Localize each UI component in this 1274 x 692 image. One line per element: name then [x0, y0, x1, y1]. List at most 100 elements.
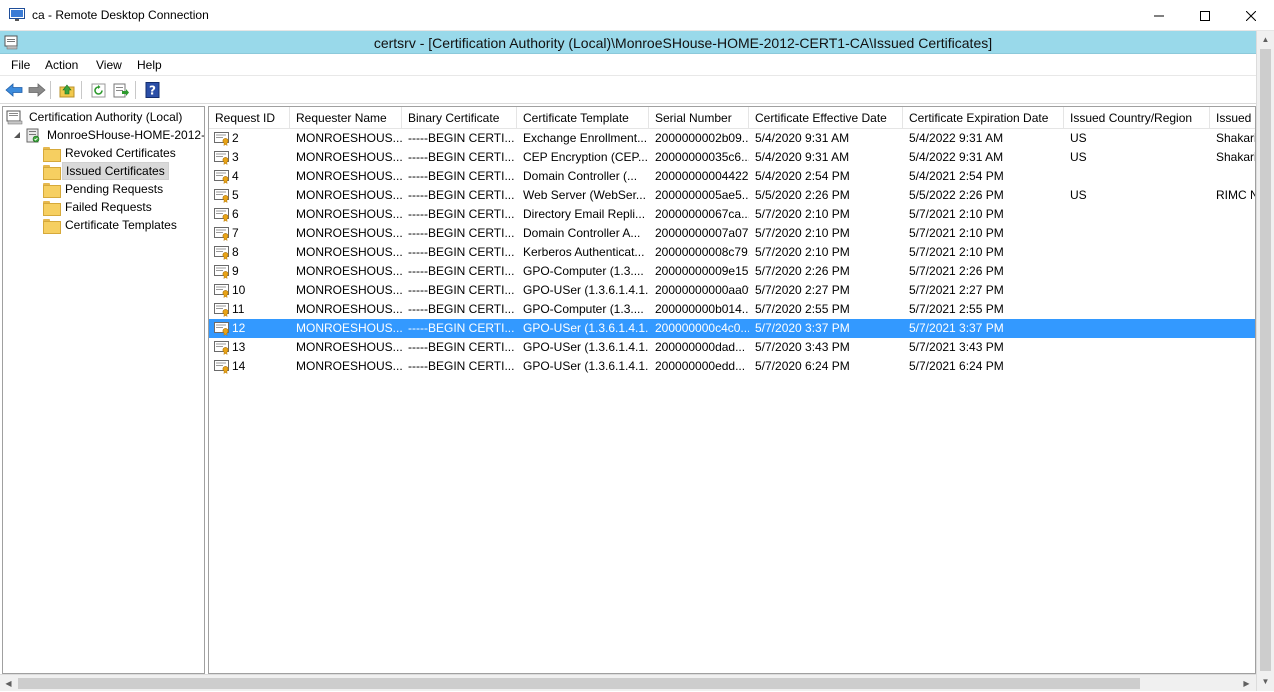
refresh-icon: [91, 83, 105, 97]
minimize-icon: [1154, 15, 1164, 16]
table-cell: 5/5/2022 2:26 PM: [909, 188, 1004, 202]
forward-arrow-icon: [28, 83, 46, 97]
table-cell: Shakari: [1216, 131, 1256, 145]
minimize-button[interactable]: [1136, 0, 1182, 31]
table-row[interactable]: 4 MONROESHOUS... -----BEGIN CERTI... Domain…: [209, 167, 1255, 186]
scroll-right-arrow-icon[interactable]: ▶: [1238, 675, 1255, 692]
scroll-thumb[interactable]: [1260, 49, 1271, 671]
table-row[interactable]: 9 MONROESHOUS... -----BEGIN CERTI... GPO-Co…: [209, 262, 1255, 281]
table-cell: -----BEGIN CERTI...: [408, 340, 515, 354]
table-cell: MONROESHOUS...: [296, 340, 402, 354]
export-list-icon: [113, 83, 129, 97]
tree-item-pending-requests[interactable]: Pending Requests: [43, 180, 166, 198]
collapse-triangle-icon[interactable]: [12, 130, 22, 140]
menu-file[interactable]: File: [11, 58, 30, 72]
table-cell: 200000000c4c0...: [655, 321, 749, 335]
up-one-level-button[interactable]: [57, 80, 77, 100]
table-cell: -----BEGIN CERTI...: [408, 302, 515, 316]
tree-item-issued-certificates[interactable]: Issued Certificates: [43, 162, 169, 180]
maximize-button[interactable]: [1182, 0, 1228, 31]
table-row[interactable]: 5 MONROESHOUS... -----BEGIN CERTI... Web Se…: [209, 186, 1255, 205]
table-cell: Shakari: [1216, 150, 1256, 164]
table-cell: GPO-Computer (1.3....: [523, 264, 644, 278]
tree-folder-label: Certificate Templates: [65, 218, 177, 232]
folder-icon: [43, 164, 61, 180]
table-cell: Directory Email Repli...: [523, 207, 646, 221]
tree-item-certificate-templates[interactable]: Certificate Templates: [43, 216, 180, 234]
table-row[interactable]: 2 MONROESHOUS... -----BEGIN CERTI... Exchan…: [209, 129, 1256, 148]
table-row[interactable]: 13 MONROESHOUS... -----BEGIN CERTI... GPO-U…: [209, 338, 1255, 357]
tree-item-revoked-certificates[interactable]: Revoked Certificates: [43, 144, 179, 162]
table-cell: [1064, 205, 1210, 224]
table-cell: MONROESHOUS...: [296, 169, 402, 183]
table-cell: 5/7/2020 3:37 PM: [755, 321, 850, 335]
table-cell: MONROESHOUS...: [296, 131, 402, 145]
column-header-effective-date[interactable]: Certificate Effective Date: [749, 107, 903, 129]
help-button[interactable]: ?: [142, 80, 162, 100]
column-header-requester-name[interactable]: Requester Name: [290, 107, 402, 129]
tree-folder-label: Issued Certificates: [62, 162, 169, 180]
table-cell: Web Server (WebSer...: [523, 188, 646, 202]
table-cell: 13: [232, 340, 246, 354]
table-cell: 5/7/2021 6:24 PM: [909, 359, 1004, 373]
table-cell: [1210, 243, 1255, 262]
horizontal-scroll-thumb[interactable]: [18, 678, 1140, 689]
table-cell: MONROESHOUS...: [296, 188, 402, 202]
table-row[interactable]: 7 MONROESHOUS... -----BEGIN CERTI... Domain…: [209, 224, 1255, 243]
table-row[interactable]: 6 MONROESHOUS... -----BEGIN CERTI... Direct…: [209, 205, 1255, 224]
table-cell: 3: [232, 150, 239, 164]
table-cell: -----BEGIN CERTI...: [408, 169, 515, 183]
column-header-certificate-template[interactable]: Certificate Template: [517, 107, 649, 129]
scroll-up-arrow-icon[interactable]: ▲: [1257, 31, 1274, 48]
menu-bar: File Action View Help: [0, 54, 1256, 76]
table-row[interactable]: 8 MONROESHOUS... -----BEGIN CERTI... Kerber…: [209, 243, 1255, 262]
menu-action[interactable]: Action: [45, 58, 78, 72]
tree-item-ca[interactable]: MonroeSHouse-HOME-2012-: [12, 126, 204, 144]
close-button[interactable]: [1228, 0, 1274, 31]
table-row[interactable]: 12 MONROESHOUS... -----BEGIN CERTI... GPO-U…: [209, 319, 1255, 338]
export-list-button[interactable]: [111, 80, 131, 100]
tree-item-failed-requests[interactable]: Failed Requests: [43, 198, 155, 216]
menu-help[interactable]: Help: [137, 58, 162, 72]
table-cell: 2000000002b09...: [655, 131, 749, 145]
toolbar: ?: [0, 76, 1256, 104]
horizontal-scrollbar[interactable]: ◀ ▶: [0, 674, 1256, 691]
table-cell: [1064, 319, 1210, 338]
table-cell: 5/4/2020 9:31 AM: [755, 150, 850, 164]
table-row[interactable]: 3 MONROESHOUS... -----BEGIN CERTI... CEP En…: [209, 148, 1256, 167]
folder-icon: [43, 146, 61, 162]
toolbar-separator: [81, 81, 82, 99]
svg-text:?: ?: [149, 84, 156, 98]
forward-button[interactable]: [27, 80, 47, 100]
folder-icon: [43, 200, 61, 216]
column-header-serial-number[interactable]: Serial Number: [649, 107, 749, 129]
table-row[interactable]: 14 MONROESHOUS... -----BEGIN CERTI... GPO-U…: [209, 357, 1255, 376]
refresh-button[interactable]: [88, 80, 108, 100]
table-cell: 5/4/2020 9:31 AM: [755, 131, 850, 145]
table-cell: MONROESHOUS...: [296, 264, 402, 278]
table-row[interactable]: 10 MONROESHOUS... -----BEGIN CERTI... GPO-U…: [209, 281, 1255, 300]
table-cell: [1064, 357, 1210, 376]
toolbar-separator: [50, 81, 51, 99]
table-row[interactable]: 11 MONROESHOUS... -----BEGIN CERTI... GPO-C…: [209, 300, 1255, 319]
back-button[interactable]: [4, 80, 24, 100]
tree-folder-label: Pending Requests: [65, 182, 164, 196]
table-cell: 12: [232, 321, 246, 335]
table-cell: [1210, 262, 1255, 281]
column-header-issued-c[interactable]: Issued C: [1210, 107, 1255, 129]
scroll-down-arrow-icon[interactable]: ▼: [1257, 673, 1274, 690]
column-header-binary-certificate[interactable]: Binary Certificate: [402, 107, 517, 129]
menu-view[interactable]: View: [96, 58, 122, 72]
table-cell: 5/4/2021 2:54 PM: [909, 169, 1004, 183]
column-header-expiration-date[interactable]: Certificate Expiration Date: [903, 107, 1064, 129]
tree-root-certification-authority[interactable]: Certification Authority (Local): [6, 108, 185, 126]
table-cell: [1210, 281, 1255, 300]
column-header-issued-country[interactable]: Issued Country/Region: [1064, 107, 1210, 129]
table-cell: 14: [232, 359, 246, 373]
scroll-left-arrow-icon[interactable]: ◀: [0, 675, 17, 692]
rdp-vertical-scrollbar[interactable]: ▲ ▼: [1256, 31, 1274, 691]
table-cell: 5/7/2021 3:37 PM: [909, 321, 1004, 335]
table-cell: 5/7/2020 2:27 PM: [755, 283, 850, 297]
column-header-request-id[interactable]: Request ID: [209, 107, 290, 129]
table-cell: 8: [232, 245, 239, 259]
